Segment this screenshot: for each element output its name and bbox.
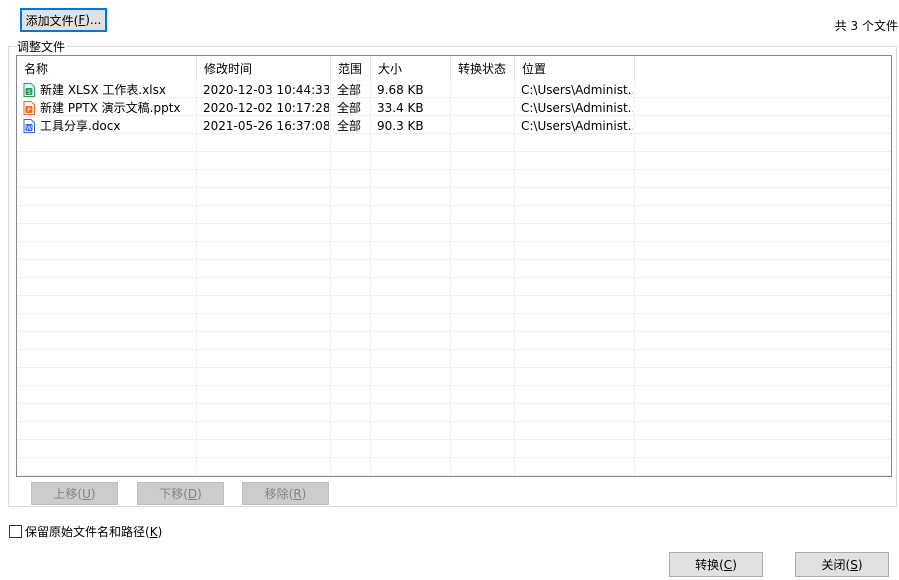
column-gridline [370, 80, 371, 476]
cell-name: 工具分享.docx [40, 119, 121, 133]
cell-status [457, 81, 513, 99]
table-row[interactable]: S 新建 XLSX 工作表.xlsx 2020-12-03 10:44:33 全部 9.… [17, 81, 891, 99]
cell-modified: 2020-12-02 10:17:28 [203, 101, 329, 115]
row-gridline [17, 439, 891, 440]
cell-location: C:\Users\Administ... [521, 101, 633, 115]
file-count: 共 3 个文件 [834, 19, 898, 33]
column-header-size[interactable]: 大小 [371, 56, 451, 80]
row-gridline [17, 295, 891, 296]
convert-hotkey: C [723, 557, 733, 572]
table-row[interactable]: W 工具分享.docx 2021-05-26 16:37:08 全部 90.3 KB C:… [17, 117, 891, 135]
file-list[interactable]: 名称 修改时间 范围 大小 转换状态 位置 S 新建 XLSX 工作表.xlsx 2… [16, 55, 892, 477]
group-title: 调整文件 [16, 38, 67, 55]
svg-text:W: W [26, 125, 32, 132]
remove-label: 移除( [264, 487, 294, 501]
row-gridline [17, 475, 891, 476]
row-gridline [17, 385, 891, 386]
column-header-modified[interactable]: 修改时间 [197, 56, 331, 80]
cell-size: 9.68 KB [377, 83, 424, 97]
row-gridline [17, 403, 891, 404]
remove-hotkey: R [293, 486, 302, 501]
column-header-status[interactable]: 转换状态 [451, 56, 515, 80]
remove-button[interactable]: 移除(R) [242, 482, 329, 505]
row-gridline [17, 169, 891, 170]
add-file-label: 添加文件( [25, 13, 79, 28]
add-file-suffix: )... [85, 13, 102, 27]
move-down-suffix: ) [197, 486, 202, 501]
column-gridline [514, 80, 515, 476]
close-hotkey: S [850, 557, 858, 572]
column-header-location[interactable]: 位置 [515, 56, 635, 80]
cell-name: 新建 XLSX 工作表.xlsx [40, 83, 166, 97]
row-gridline [17, 259, 891, 260]
row-gridline [17, 223, 891, 224]
pptx-file-icon: P [23, 101, 35, 115]
column-header-range[interactable]: 范围 [331, 56, 371, 80]
remove-suffix: ) [301, 486, 307, 501]
svg-text:P: P [27, 107, 31, 114]
keep-path-text: 保留原始文件名和路径( [25, 525, 150, 539]
convert-label: 转换( [695, 558, 724, 572]
move-down-hotkey: D [187, 486, 198, 501]
cell-modified: 2020-12-03 10:44:33 [203, 83, 329, 97]
convert-button[interactable]: 转换(C) [669, 552, 763, 577]
keep-path-checkbox[interactable] [9, 525, 22, 538]
cell-range: 全部 [337, 119, 362, 133]
row-gridline [17, 421, 891, 422]
cell-name: 新建 PPTX 演示文稿.pptx [40, 101, 181, 115]
row-gridline [17, 241, 891, 242]
row-gridline [17, 349, 891, 350]
row-gridline [17, 187, 891, 188]
cell-location: C:\Users\Administ... [521, 83, 633, 97]
column-gridline [330, 80, 331, 476]
docx-file-icon: W [23, 119, 35, 133]
move-up-label: 上移( [53, 487, 83, 501]
close-button[interactable]: 关闭(S) [795, 552, 889, 577]
cell-size: 90.3 KB [377, 119, 424, 133]
keep-path-suffix: ) [157, 525, 163, 539]
row-gridline [17, 277, 891, 278]
move-down-label: 下移( [159, 487, 188, 501]
column-gridline [634, 80, 635, 476]
add-file-hotkey: F [78, 13, 86, 27]
row-gridline [17, 367, 891, 368]
table-row[interactable]: P 新建 PPTX 演示文稿.pptx 2020-12-02 10:17:28 全部 3… [17, 99, 891, 117]
column-header-name[interactable]: 名称 [17, 56, 197, 80]
list-header: 名称 修改时间 范围 大小 转换状态 位置 [17, 56, 891, 80]
cell-range: 全部 [337, 101, 362, 115]
cell-range: 全部 [337, 83, 362, 97]
cell-status [457, 99, 513, 117]
row-gridline [17, 151, 891, 152]
keep-path-label[interactable]: 保留原始文件名和路径(K) [25, 523, 162, 540]
row-gridline [17, 331, 891, 332]
close-label: 关闭( [821, 558, 851, 572]
keep-path-hotkey: K [149, 525, 158, 539]
move-up-suffix: ) [90, 486, 96, 501]
cell-modified: 2021-05-26 16:37:08 [203, 119, 329, 133]
svg-text:S: S [27, 89, 31, 96]
row-gridline [17, 313, 891, 314]
xlsx-file-icon: S [23, 83, 35, 97]
cell-status [457, 117, 513, 135]
add-file-button[interactable]: 添加文件(F)... [20, 8, 107, 32]
close-suffix: ) [857, 557, 863, 572]
column-gridline [450, 80, 451, 476]
row-gridline [17, 457, 891, 458]
cell-size: 33.4 KB [377, 101, 424, 115]
move-up-hotkey: U [82, 486, 91, 501]
cell-location: C:\Users\Administ... [521, 119, 633, 133]
column-gridline [196, 80, 197, 476]
move-up-button[interactable]: 上移(U) [31, 482, 118, 505]
row-gridline [17, 205, 891, 206]
convert-suffix: ) [732, 557, 737, 572]
move-down-button[interactable]: 下移(D) [137, 482, 224, 505]
